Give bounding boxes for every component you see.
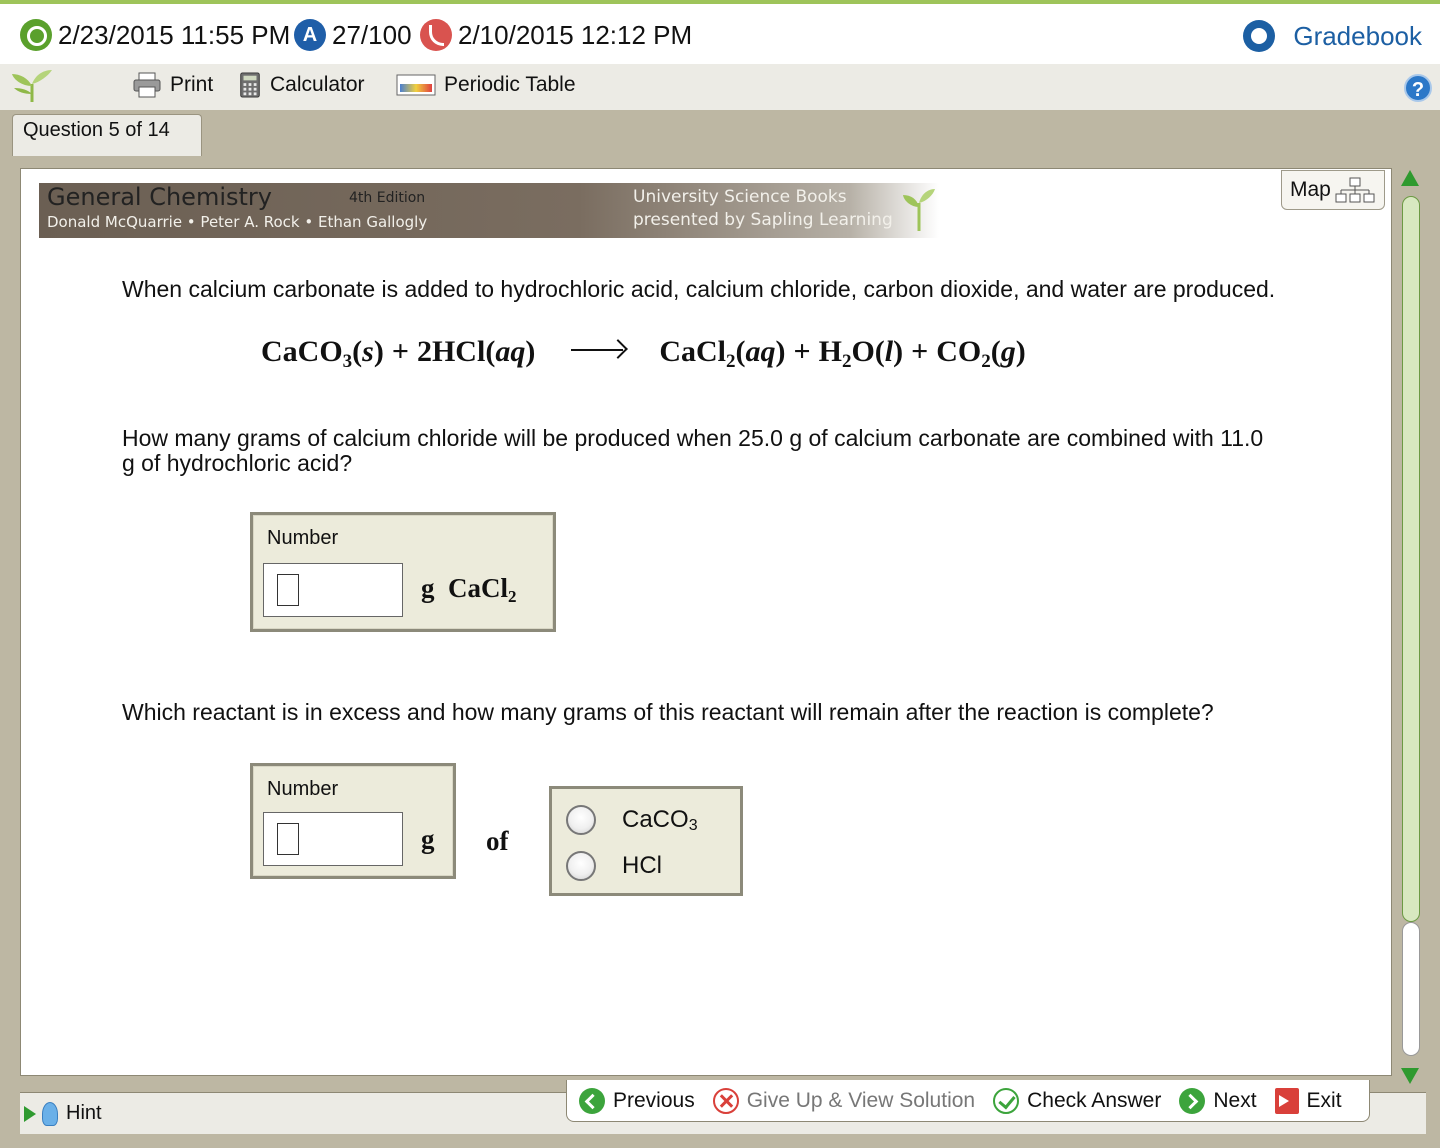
expand-arrow-icon[interactable] [24, 1105, 36, 1122]
late-date-text: 2/10/2015 12:12 PM [458, 19, 693, 50]
print-label: Print [170, 73, 214, 96]
gradebook-icon [1243, 20, 1276, 52]
calculator-icon [240, 72, 260, 98]
scroll-up-arrow-icon[interactable] [1401, 170, 1419, 186]
give-up-icon [712, 1087, 739, 1114]
periodic-table-icon [396, 74, 436, 96]
exit-icon [1274, 1087, 1299, 1114]
help-icon[interactable]: ? [1404, 74, 1432, 102]
choice-label: HCl [622, 852, 662, 879]
print-button[interactable]: Print [132, 72, 213, 98]
radio-hcl[interactable] [566, 851, 596, 881]
calculator-button[interactable]: Calculator [238, 72, 365, 98]
periodic-table-label: Periodic Table [444, 73, 576, 96]
scrollbar[interactable] [1397, 168, 1427, 1088]
give-up-label: Give Up & View Solution [746, 1088, 976, 1112]
question-intro: When calcium carbonate is added to hydro… [122, 276, 1276, 302]
banner-title: General Chemistry [47, 183, 272, 211]
main-frame: General Chemistry 4th Edition Donald McQ… [0, 156, 1440, 1148]
banner-presenter: presented by Sapling Learning [633, 210, 893, 230]
number-label: Number [267, 527, 339, 549]
question-content: General Chemistry 4th Edition Donald McQ… [20, 168, 1392, 1076]
score-text: 27/100 [332, 19, 412, 50]
previous-label: Previous [613, 1088, 695, 1112]
late-icon [420, 19, 452, 51]
choice-label: CaCO3 [622, 805, 698, 834]
product-cacl2: CaCl2(aq) [659, 335, 786, 372]
banner-publisher: University Science Books [633, 187, 847, 207]
exit-label: Exit [1306, 1088, 1342, 1112]
textbook-banner: General Chemistry 4th Edition Donald McQ… [39, 183, 939, 238]
next-icon [1179, 1087, 1206, 1114]
product-h2o: H2O(l) [818, 335, 904, 372]
hint-button[interactable]: Hint [66, 1102, 102, 1125]
next-label: Next [1213, 1088, 1257, 1112]
gradebook-label: Gradebook [1293, 20, 1422, 51]
question-part2: Which reactant is in excess and how many… [122, 699, 1214, 725]
score-icon: A [294, 19, 326, 51]
previous-icon [579, 1087, 605, 1114]
navigation-bar: Previous Give Up & View Solution Check A… [566, 1080, 1370, 1122]
check-answer-button[interactable]: Check Answer [993, 1087, 1162, 1114]
number-label: Number [267, 778, 339, 800]
scroll-track[interactable] [1402, 922, 1420, 1056]
of-label: of [486, 826, 509, 856]
map-icon [1335, 177, 1375, 203]
periodic-table-button[interactable]: Periodic Table [396, 72, 576, 98]
toolbar: Print Calculator Periodic Table ? [0, 64, 1440, 110]
reactant-hcl: 2HCl(aq) [416, 335, 536, 368]
sapling-logo-icon [12, 70, 52, 102]
question-part1: How many grams of calcium chloride will … [122, 425, 1264, 476]
calculator-label: Calculator [270, 73, 365, 96]
status-bar: 2/23/2015 11:55 PM A 27/100 2/10/2015 12… [0, 0, 1440, 64]
choice-caco3[interactable]: CaCO3 [566, 805, 698, 835]
previous-button[interactable]: Previous [579, 1087, 695, 1114]
choice-hcl[interactable]: HCl [566, 851, 662, 881]
product-co2: CO2(g) [936, 335, 1026, 372]
radio-caco3[interactable] [566, 805, 596, 835]
tab-question[interactable]: Question 5 of 14 [12, 114, 202, 156]
lightbulb-icon [42, 1101, 58, 1126]
scroll-down-arrow-icon[interactable] [1401, 1068, 1419, 1084]
reactant-choice-group: CaCO3 HCl [549, 786, 743, 896]
late-date: 2/10/2015 12:12 PM [420, 19, 692, 51]
printer-icon [133, 72, 161, 98]
check-answer-label: Check Answer [1027, 1088, 1162, 1112]
banner-edition: 4th Edition [349, 190, 426, 206]
check-icon [993, 1087, 1020, 1114]
unit-label: g CaCl2 [421, 573, 517, 606]
next-button[interactable]: Next [1179, 1087, 1257, 1114]
tab-strip: Question 5 of 14 [0, 110, 1440, 156]
sapling-logo-icon [903, 189, 935, 231]
reactant-caco3: CaCO3(s) [261, 335, 384, 372]
map-label: Map [1290, 178, 1331, 201]
give-up-button[interactable]: Give Up & View Solution [712, 1087, 976, 1114]
due-date: 2/23/2015 11:55 PM [20, 19, 290, 51]
chemical-equation: CaCO3(s) + 2HCl(aq) CaCl2(aq) + H2O(l) +… [261, 335, 1026, 372]
scroll-thumb[interactable] [1402, 196, 1420, 922]
exit-button[interactable]: Exit [1274, 1087, 1342, 1114]
due-date-text: 2/23/2015 11:55 PM [58, 19, 291, 50]
answer-box-part1: Number g CaCl2 [250, 512, 556, 632]
score: A 27/100 [294, 19, 412, 51]
clock-icon [20, 19, 52, 51]
gradebook-link[interactable]: Gradebook [1243, 20, 1422, 52]
unit-label: g [421, 824, 435, 854]
input-cursor [277, 574, 299, 606]
reaction-arrow [571, 349, 624, 351]
map-button[interactable]: Map [1281, 170, 1385, 210]
input-cursor [277, 823, 299, 855]
answer-box-part2: Number g [250, 763, 456, 879]
banner-authors: Donald McQuarrie • Peter A. Rock • Ethan… [47, 213, 428, 231]
